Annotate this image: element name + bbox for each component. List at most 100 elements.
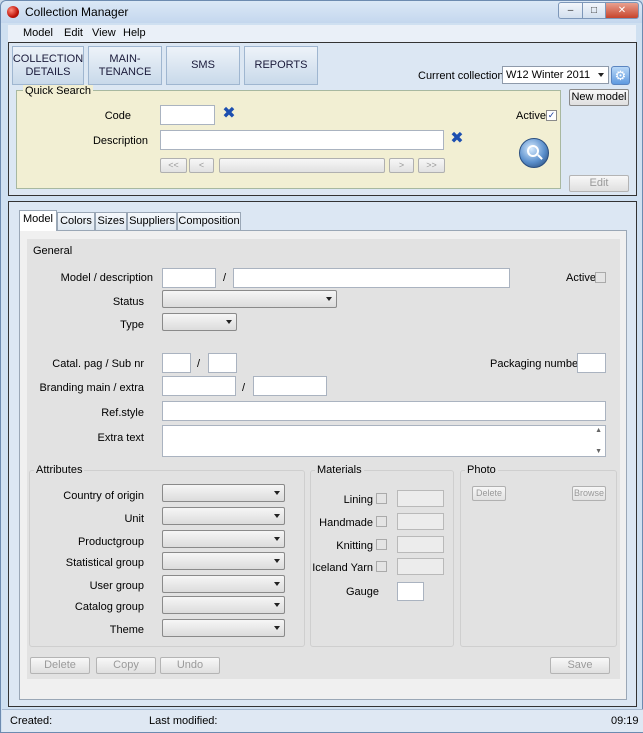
chevron-down-icon [274, 582, 280, 586]
theme-select[interactable] [162, 619, 285, 637]
sub-nr-input[interactable] [208, 353, 237, 373]
save-button[interactable]: Save [550, 657, 610, 674]
slash-1: / [223, 272, 227, 284]
unit-label: Unit [124, 513, 144, 525]
first-record-button[interactable]: << [160, 158, 187, 173]
handmade-label: Handmade [319, 517, 373, 529]
gear-icon[interactable]: ⚙ [611, 66, 630, 85]
model-active-checkbox[interactable] [595, 272, 606, 283]
model-code-input[interactable] [162, 268, 216, 288]
attributes-title: Attributes [34, 464, 85, 476]
maintenance-button[interactable]: MAIN- TENANCE [88, 46, 162, 85]
maximize-button[interactable]: □ [582, 2, 606, 19]
catal-label: Catal. pag / Sub nr [52, 358, 144, 370]
knitting-input[interactable] [397, 536, 444, 553]
title-bar: Collection Manager – □ ✕ [1, 1, 642, 23]
edit-button[interactable]: Edit [569, 175, 629, 192]
chevron-down-icon [274, 603, 280, 607]
theme-label: Theme [109, 624, 144, 636]
clear-code-icon[interactable]: ✖ [222, 106, 236, 122]
catalog-group-label: Catalog group [74, 601, 144, 613]
photo-title: Photo [465, 464, 498, 476]
knitting-checkbox[interactable] [376, 539, 387, 550]
menu-view[interactable]: View [92, 27, 116, 39]
materials-title: Materials [315, 464, 364, 476]
quick-search-panel: Quick Search Code ✖ Description ✖ Active… [16, 85, 561, 189]
scroll-down-icon[interactable]: ▼ [595, 448, 602, 455]
user-group-label: User group [89, 580, 144, 592]
slash-3: / [242, 382, 246, 394]
undo-button[interactable]: Undo [160, 657, 220, 674]
menu-model[interactable]: Model [23, 27, 53, 39]
type-label: Type [120, 319, 144, 331]
current-collection-label: Current collection [418, 70, 504, 82]
minimize-button[interactable]: – [558, 2, 583, 19]
menu-edit[interactable]: Edit [64, 27, 83, 39]
branding-main-input[interactable] [162, 376, 236, 396]
tab-sizes[interactable]: Sizes [95, 212, 127, 230]
general-title: General [31, 245, 75, 257]
code-input[interactable] [160, 105, 215, 125]
iceland-yarn-checkbox[interactable] [376, 561, 387, 572]
photo-delete-button[interactable]: Delete [472, 486, 506, 501]
status-label: Status [112, 296, 144, 308]
reports-button[interactable]: REPORTS [244, 46, 318, 85]
chevron-down-icon [274, 626, 280, 630]
catal-page-input[interactable] [162, 353, 191, 373]
previous-record-button[interactable]: < [189, 158, 214, 173]
extra-text-input[interactable]: ▲ ▼ [162, 425, 606, 457]
last-record-button[interactable]: >> [418, 158, 445, 173]
type-select[interactable] [162, 313, 237, 331]
photo-browse-button[interactable]: Browse [572, 486, 606, 501]
productgroup-label: Productgroup [77, 536, 144, 548]
gauge-input[interactable] [397, 582, 424, 601]
handmade-checkbox[interactable] [376, 516, 387, 527]
active-checkbox[interactable]: ✓ [546, 110, 557, 121]
unit-select[interactable] [162, 507, 285, 525]
top-panel: COLLECTION DETAILS MAIN- TENANCE SMS REPOR… [8, 42, 637, 196]
gauge-label: Gauge [345, 586, 379, 598]
maintenance-label-2: TENANCE [98, 65, 152, 78]
status-select[interactable] [162, 290, 337, 308]
packaging-input[interactable] [577, 353, 606, 373]
code-label: Code [104, 110, 131, 122]
lining-checkbox[interactable] [376, 493, 387, 504]
productgroup-select[interactable] [162, 530, 285, 548]
close-button[interactable]: ✕ [605, 2, 639, 19]
packaging-label: Packaging number [490, 358, 582, 370]
menu-help[interactable]: Help [123, 27, 146, 39]
user-group-select[interactable] [162, 575, 285, 593]
country-select[interactable] [162, 484, 285, 502]
delete-button[interactable]: Delete [30, 657, 90, 674]
refstyle-label: Ref.style [101, 407, 144, 419]
tab-colors[interactable]: Colors [57, 212, 95, 230]
branding-extra-input[interactable] [253, 376, 327, 396]
search-icon[interactable] [519, 138, 549, 168]
chevron-down-icon [274, 559, 280, 563]
sms-button[interactable]: SMS [166, 46, 240, 85]
tab-suppliers[interactable]: Suppliers [127, 212, 177, 230]
next-record-button[interactable]: > [389, 158, 414, 173]
handmade-input[interactable] [397, 513, 444, 530]
refstyle-input[interactable] [162, 401, 606, 421]
new-model-button[interactable]: New model [569, 89, 629, 106]
current-collection-select[interactable]: W12 Winter 2011 [502, 66, 609, 84]
statistical-group-select[interactable] [162, 552, 285, 570]
model-description-input[interactable] [233, 268, 510, 288]
scroll-up-icon[interactable]: ▲ [595, 427, 602, 434]
collection-details-button[interactable]: COLLECTION DETAILS [12, 46, 84, 85]
copy-button[interactable]: Copy [96, 657, 156, 674]
chevron-down-icon [326, 297, 332, 301]
slash-2: / [197, 358, 201, 370]
description-input[interactable] [160, 130, 444, 150]
model-form: General Model / description / Active Sta… [27, 239, 620, 679]
tab-model[interactable]: Model [19, 210, 57, 231]
clear-description-icon[interactable]: ✖ [450, 131, 464, 147]
current-collection-value: W12 Winter 2011 [506, 69, 591, 81]
main-panel: Model Colors Sizes Suppliers Composition… [8, 201, 637, 707]
lining-input[interactable] [397, 490, 444, 507]
created-label: Created: [10, 715, 53, 727]
tab-composition[interactable]: Composition [177, 212, 241, 230]
catalog-group-select[interactable] [162, 596, 285, 614]
iceland-yarn-input[interactable] [397, 558, 444, 575]
